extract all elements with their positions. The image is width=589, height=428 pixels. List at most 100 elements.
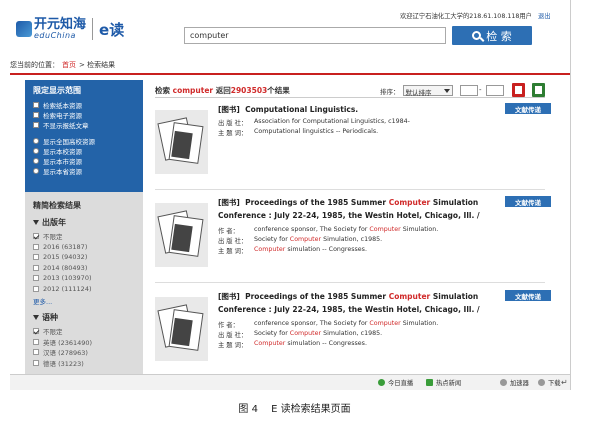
checkbox[interactable] <box>33 264 39 271</box>
meta-text: Computational linguistics -- Periodicals… <box>254 128 379 135</box>
facet-option[interactable]: 2014 (80493) <box>33 263 135 274</box>
checkbox[interactable] <box>33 233 39 240</box>
checkbox[interactable] <box>33 243 39 250</box>
breadcrumb-current: 检索结果 <box>87 61 116 69</box>
source-option-label: 显示全国高校资源 <box>43 138 95 146</box>
source-option[interactable]: 显示本市资源 <box>33 156 135 166</box>
meta-value: Computer simulation -- Congresses. <box>254 340 367 349</box>
page-separator: - <box>479 86 482 94</box>
document-delivery-button[interactable]: 文献传递 <box>505 103 551 114</box>
result-meta-row: 主 题 词： Computational linguistics -- Perio… <box>218 128 378 137</box>
sidebar: 限定显示范围 检索纸本资源 检索电子资源 不显示报纸文章 显示全国高校资源 显示… <box>25 80 143 380</box>
meta-highlight: Computer <box>254 246 286 253</box>
sort-select[interactable]: 默认排序 <box>402 85 453 97</box>
logo-divider <box>92 18 94 40</box>
meta-text: Simulation. <box>400 226 439 233</box>
pdf-export-icon[interactable] <box>512 83 525 97</box>
facet-label: 语种 <box>42 313 58 322</box>
radio[interactable] <box>33 158 39 164</box>
checkbox[interactable] <box>33 359 39 366</box>
facet-option[interactable]: 英语 (2361490) <box>33 337 135 348</box>
result-title[interactable]: [图书] Proceedings of the 1985 Summer Comp… <box>218 290 503 316</box>
meta-text: Society for <box>254 236 290 243</box>
result-title[interactable]: [图书] Computational Linguistics. <box>218 103 503 116</box>
radio[interactable] <box>33 168 39 174</box>
logout-link[interactable]: 退出 <box>538 13 551 20</box>
results-suffix: 个结果 <box>267 86 290 95</box>
page-from-input[interactable] <box>460 85 478 96</box>
search-input[interactable] <box>184 27 446 44</box>
checkbox[interactable] <box>33 102 39 108</box>
facet-year[interactable]: 出版年 <box>33 217 135 228</box>
page-to-input[interactable] <box>486 85 504 96</box>
checkbox[interactable] <box>33 285 39 292</box>
source-option[interactable]: 显示本校资源 <box>33 146 135 156</box>
meta-text: simulation -- Congresses. <box>285 340 367 347</box>
welcome-text: 欢迎辽宁石油化工大学的218.61.108.118用户 <box>400 13 532 20</box>
meta-highlight: Computer <box>289 236 322 243</box>
book-cover-thumbnail[interactable] <box>155 203 208 267</box>
search-button[interactable]: 检 索 <box>452 26 532 45</box>
book-cover-thumbnail[interactable] <box>155 110 208 174</box>
facet-option[interactable]: 2016 (63187) <box>33 242 135 253</box>
scope-option[interactable]: 检索纸本资源 <box>33 100 135 110</box>
result-type: [图书] <box>218 105 240 114</box>
radio[interactable] <box>33 138 39 144</box>
download-icon <box>538 379 545 386</box>
status-accelerator[interactable]: 加速器 <box>500 378 529 387</box>
source-option[interactable]: 显示本省资源 <box>33 166 135 176</box>
excel-export-icon[interactable] <box>532 83 545 97</box>
meta-value: conference sponsor, The Society for Comp… <box>254 226 438 235</box>
breadcrumb-home-link[interactable]: 首页 <box>62 61 76 69</box>
meta-text: Society for <box>254 330 290 337</box>
checkbox[interactable] <box>33 349 39 356</box>
document-delivery-button[interactable]: 文献传递 <box>505 290 551 301</box>
status-hot[interactable]: 热点新闻 <box>426 378 461 387</box>
facet-option[interactable]: 汉语 (278963) <box>33 347 135 358</box>
scope-option[interactable]: 检索电子资源 <box>33 110 135 120</box>
result-type: [图书] <box>218 292 240 301</box>
refine-title: 精简检索结果 <box>33 201 81 210</box>
facet-option[interactable]: 不限定 <box>33 326 135 337</box>
year-facet-list: 不限定 2016 (63187) 2015 (94032) 2014 (80493) 2… <box>33 231 135 294</box>
source-option[interactable]: 显示全国高校资源 <box>33 136 135 146</box>
facet-option[interactable]: 2012 (111124) <box>33 284 135 295</box>
sort-control: 排序： 默认排序 <box>380 85 453 97</box>
checkbox[interactable] <box>33 122 39 128</box>
facet-option-label: 不限定 <box>43 328 63 337</box>
checkbox[interactable] <box>33 254 39 261</box>
result-title[interactable]: [图书] Proceedings of the 1985 Summer Comp… <box>218 196 503 222</box>
document-delivery-button[interactable]: 文献传递 <box>505 196 551 207</box>
browser-page: 开元知海 eduChina e读 欢迎辽宁石油化工大学的218.61.108.1… <box>10 0 571 390</box>
scope-option-label: 检索电子资源 <box>43 112 82 120</box>
results-count: 2903503 <box>230 86 268 95</box>
facet-language[interactable]: 语种 <box>33 312 135 323</box>
facet-option[interactable]: 2013 (103970) <box>33 273 135 284</box>
language-facet-list: 不限定 英语 (2361490) 汉语 (278963) 德语 (31223) <box>33 326 135 368</box>
scope-panel: 限定显示范围 检索纸本资源 检索电子资源 不显示报纸文章 显示全国高校资源 显示… <box>25 80 143 192</box>
status-label: 热点新闻 <box>436 380 462 387</box>
book-cover-thumbnail[interactable] <box>155 297 208 361</box>
checkbox[interactable] <box>33 338 39 345</box>
search-button-label: 检 索 <box>486 29 512 43</box>
result-item: [图书] Computational Linguistics. 文献传递出 版 社… <box>155 103 551 183</box>
scope-option[interactable]: 不显示报纸文章 <box>33 120 135 130</box>
radio[interactable] <box>33 148 39 154</box>
facet-option[interactable]: 2015 (94032) <box>33 252 135 263</box>
meta-label: 作 者： <box>218 322 239 329</box>
meta-highlight: Computer <box>289 330 322 337</box>
more-link[interactable]: 更多... <box>33 296 135 306</box>
result-meta-row: 主 题 词： Computer simulation -- Congresses. <box>218 246 367 255</box>
status-today[interactable]: 今日直播 <box>378 378 413 387</box>
checkbox[interactable] <box>33 328 39 335</box>
facet-option[interactable]: 德语 (31223) <box>33 358 135 369</box>
facet-option[interactable]: 不限定 <box>33 231 135 242</box>
status-download[interactable]: 下载 <box>538 378 561 387</box>
figure-caption: 图 4 E 读检索结果页面 <box>238 404 351 415</box>
checkbox[interactable] <box>33 112 39 118</box>
educhina-logo[interactable]: 开元知海 eduChina e读 <box>16 18 124 40</box>
checkbox[interactable] <box>33 275 39 282</box>
header-divider <box>10 73 570 75</box>
title-highlight: Computer <box>388 198 431 207</box>
return-mark: ↵ <box>561 378 568 387</box>
